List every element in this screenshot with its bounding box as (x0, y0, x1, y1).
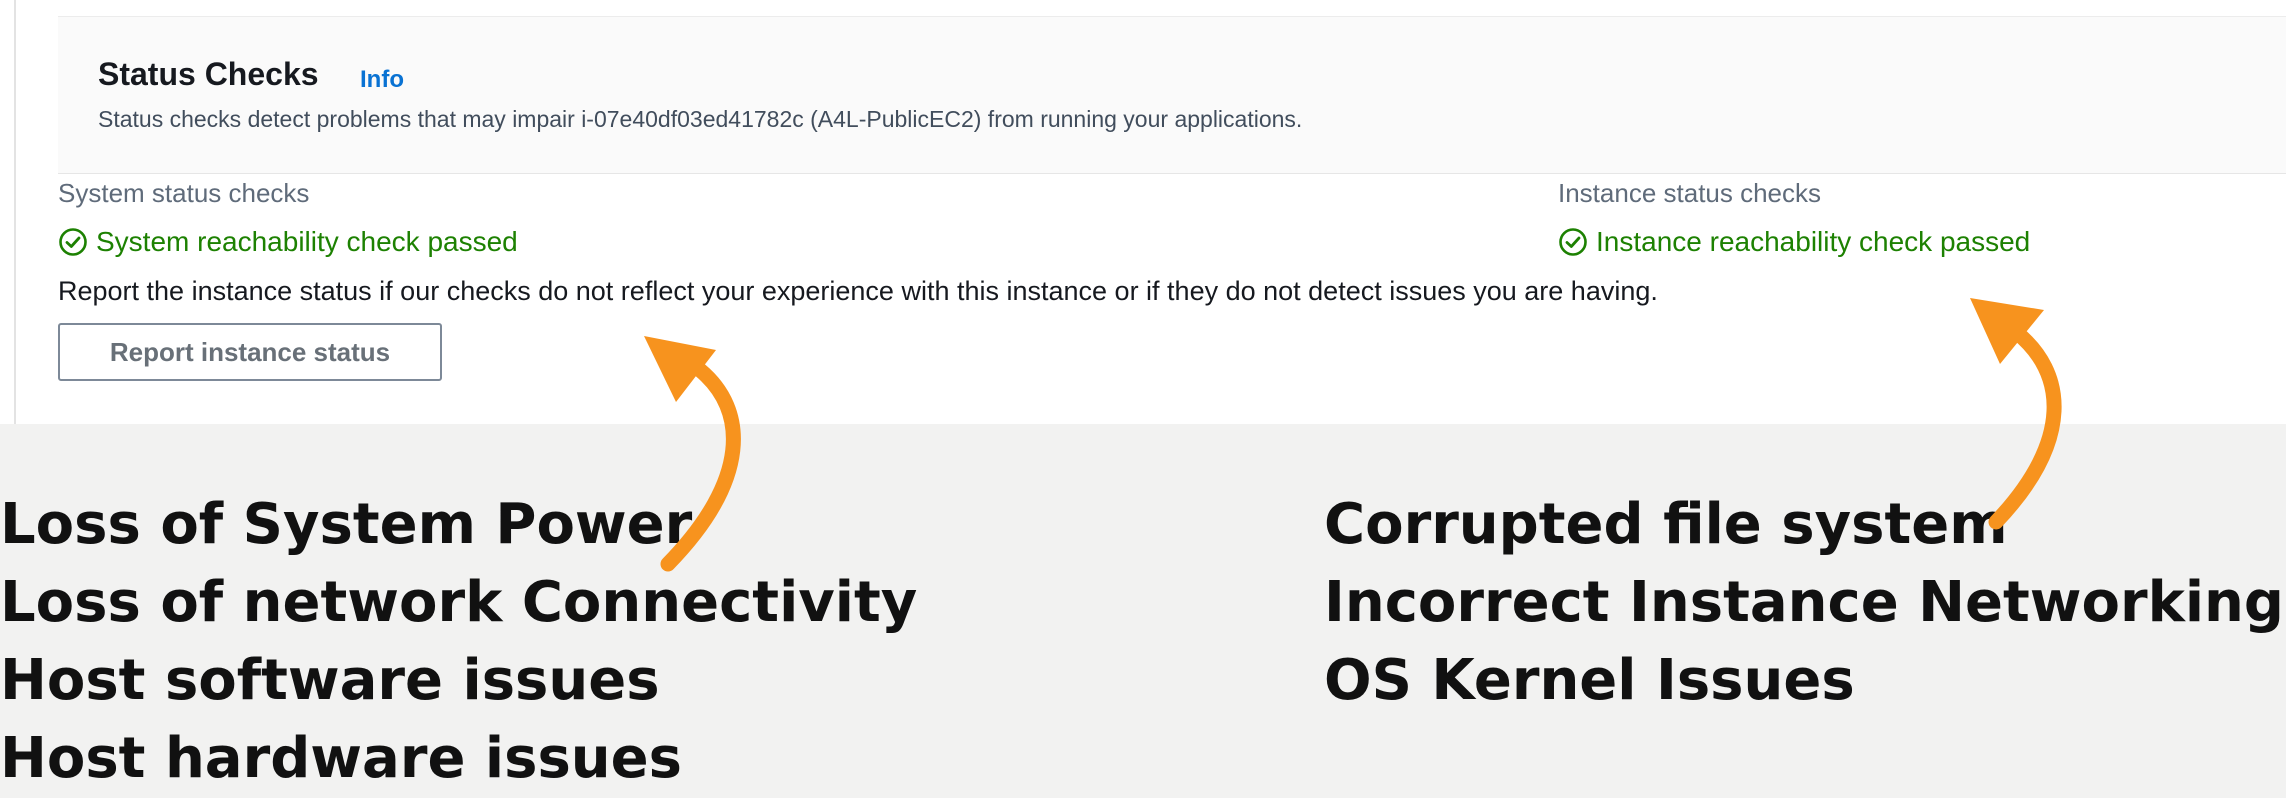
status-checks-header (58, 16, 2286, 174)
report-instruction: Report the instance status if our checks… (58, 276, 1658, 306)
list-item: Incorrect Instance Networking (1324, 570, 2285, 635)
instance-issues-list: Corrupted file system Incorrect Instance… (1324, 486, 2284, 720)
check-circle-icon (58, 227, 88, 257)
list-item: OS Kernel Issues (1324, 648, 1855, 713)
list-item: Host software issues (0, 648, 660, 713)
instance-reachability-text: Instance reachability check passed (1596, 226, 2031, 257)
list-item: Loss of network Connectivity (0, 570, 918, 635)
check-circle-icon (1558, 227, 1588, 257)
panel-border (14, 0, 16, 424)
system-reachability-text: System reachability check passed (96, 226, 518, 257)
system-issues-list: Loss of System Power Loss of network Con… (0, 486, 917, 798)
system-reachability-status: System reachability check passed (58, 226, 518, 258)
report-instance-status-button[interactable]: Report instance status (58, 323, 442, 381)
page-title: Status Checks (98, 56, 319, 92)
list-item: Loss of System Power (0, 492, 693, 557)
instance-reachability-status: Instance reachability check passed (1558, 226, 2030, 258)
status-checks-description: Status checks detect problems that may i… (98, 106, 1303, 132)
status-checks-panel: Status Checks Info Status checks detect … (0, 0, 2286, 424)
instance-status-checks-label: Instance status checks (1558, 178, 1822, 208)
info-link[interactable]: Info (360, 66, 404, 94)
list-item: Host hardware issues (0, 726, 682, 791)
list-item: Corrupted file system (1324, 492, 2008, 557)
system-status-checks-label: System status checks (58, 178, 310, 208)
